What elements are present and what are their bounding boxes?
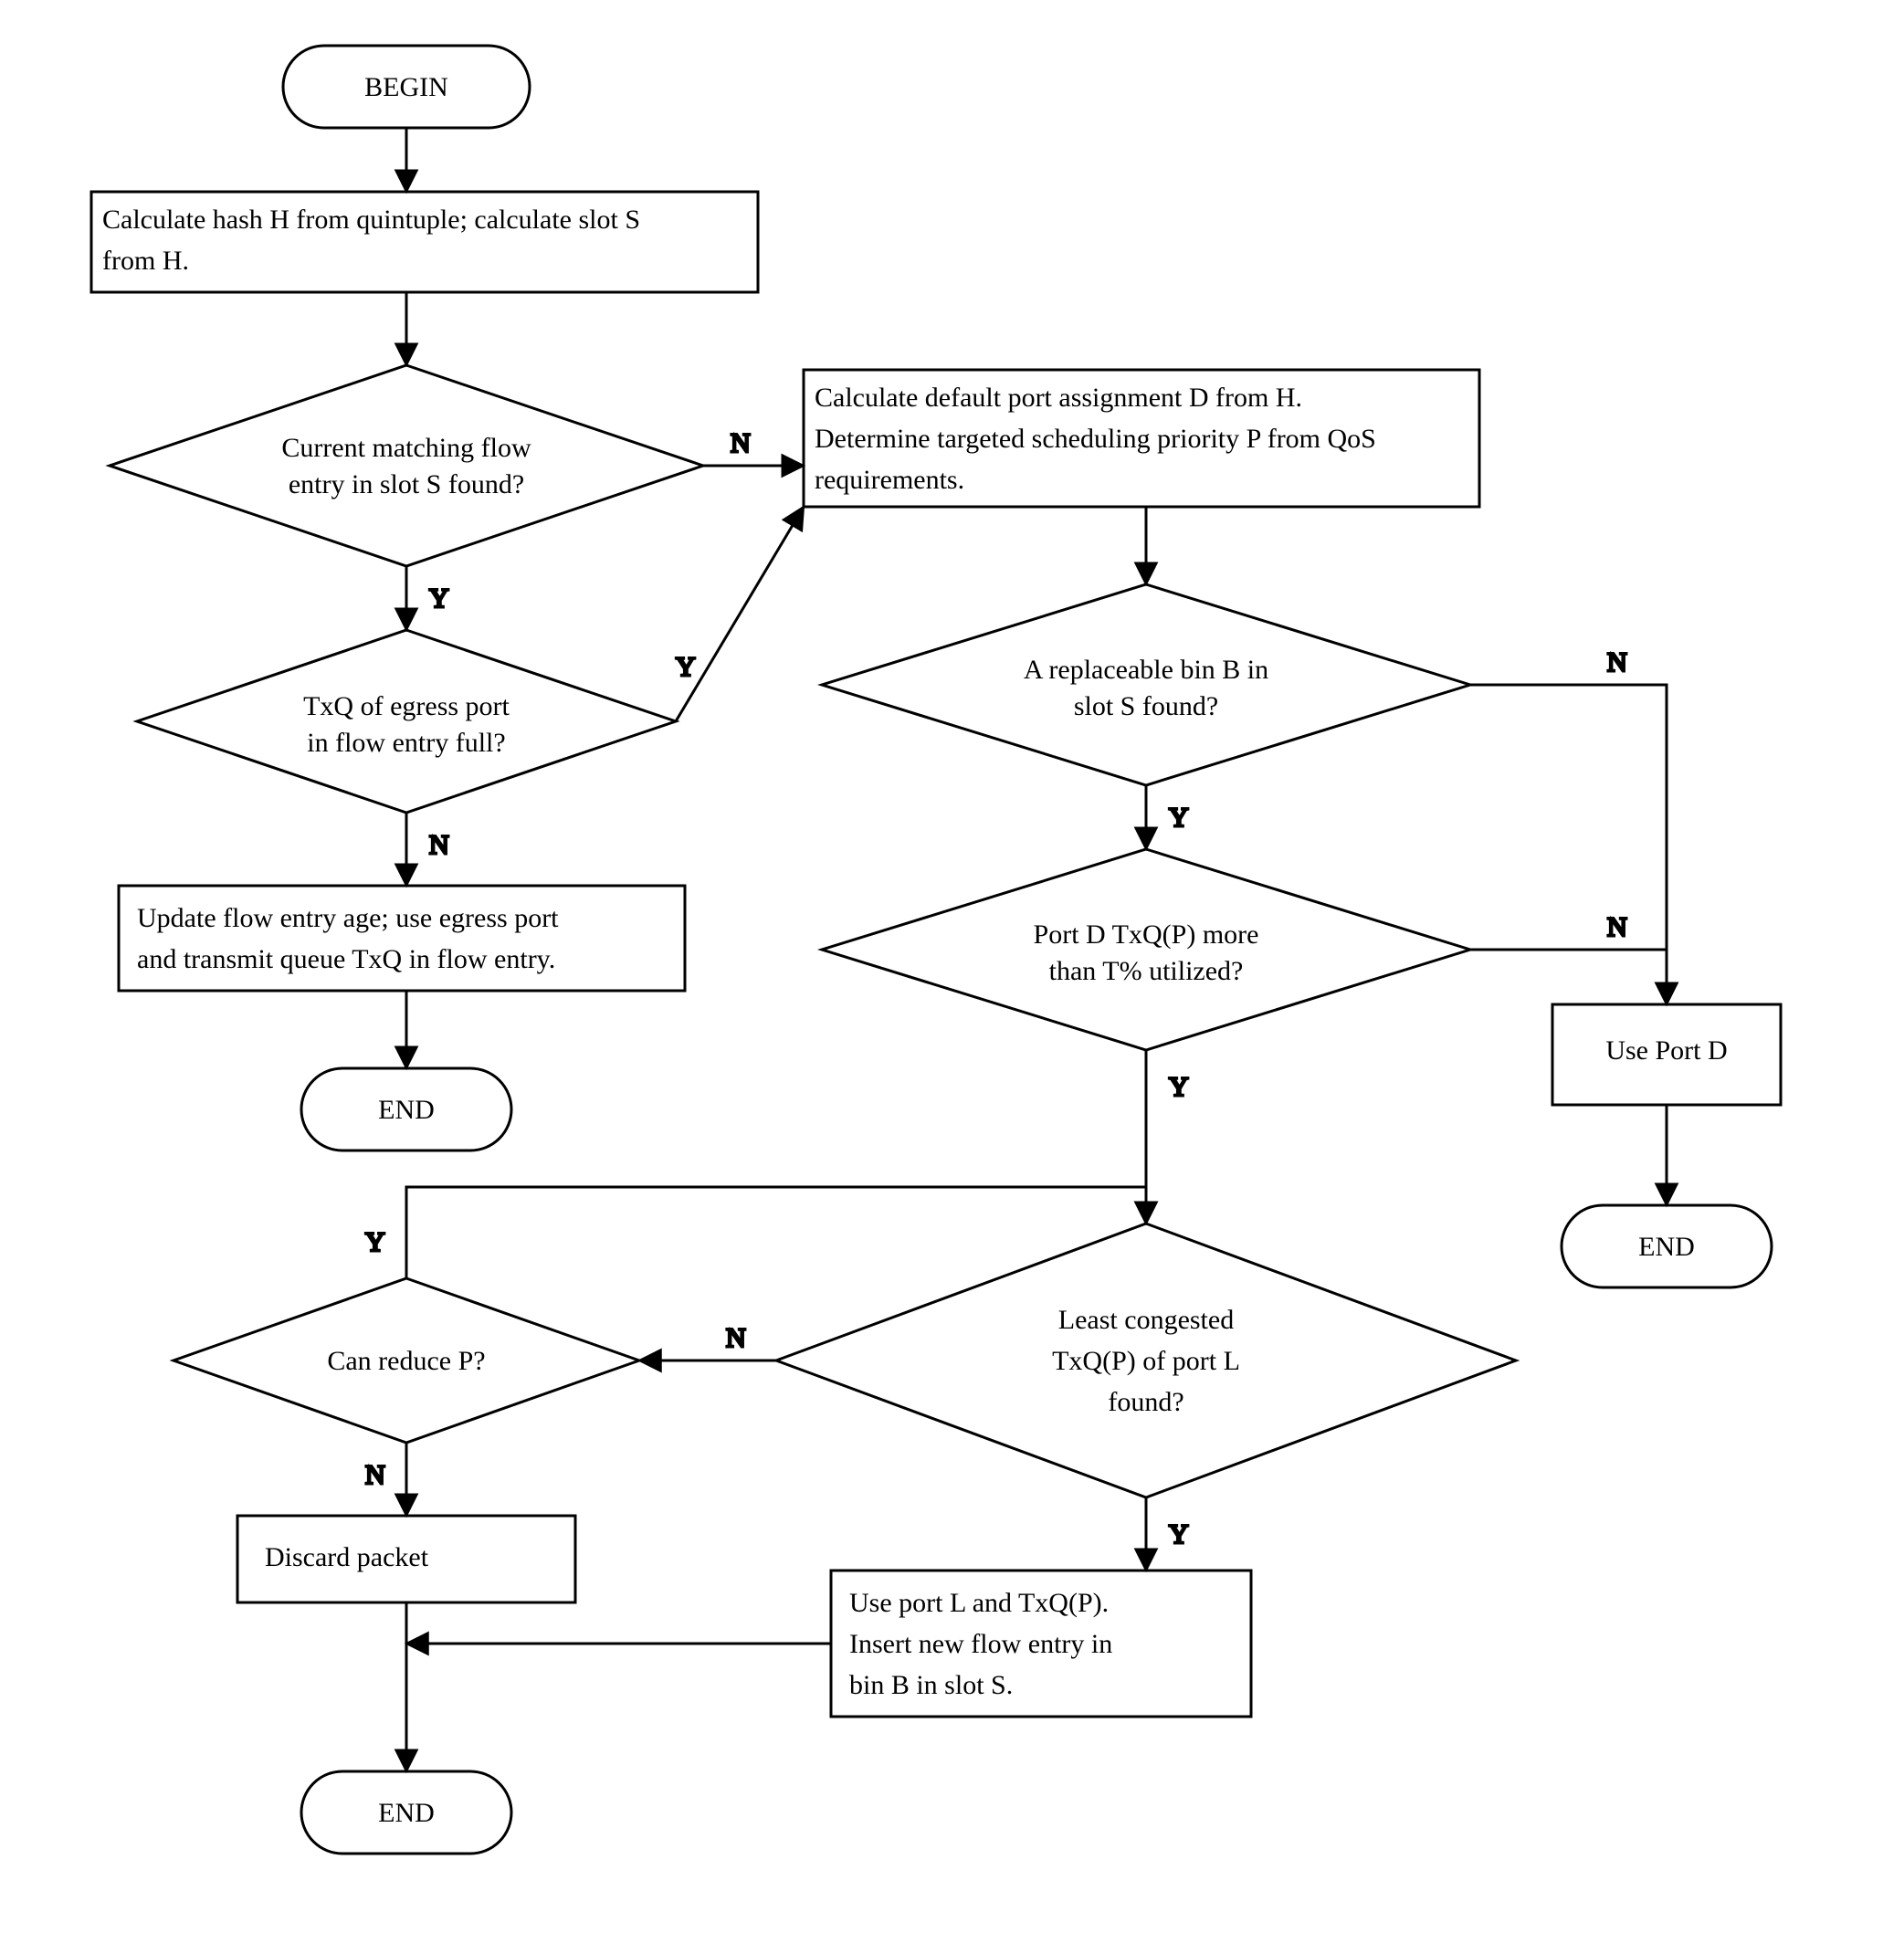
node-portd-util: Port D TxQ(P) more than T% utilized? <box>822 849 1470 1050</box>
label-reduce-n: N <box>365 1460 385 1490</box>
node-bin: A replaceable bin B in slot S found? <box>822 584 1470 785</box>
least-line1: Least congested <box>1058 1305 1234 1335</box>
edge-bin-useportd <box>1470 685 1667 1004</box>
label-reduce-y: Y <box>365 1227 385 1257</box>
discard-label: Discard packet <box>265 1542 429 1572</box>
label-portdutil-n: N <box>1607 912 1627 942</box>
end2-label: END <box>1638 1232 1695 1262</box>
node-least: Least congested TxQ(P) of port L found? <box>776 1224 1516 1497</box>
label-match-n: N <box>731 428 751 458</box>
hash-line1: Calculate hash H from quintuple; calcula… <box>102 205 640 235</box>
edge-portdutil-useportd <box>1470 950 1667 1004</box>
edge-txqfull-calcdefault <box>676 507 804 721</box>
label-bin-y: Y <box>1169 803 1189 833</box>
update-line1: Update flow entry age; use egress port <box>137 903 559 933</box>
label-txqfull-y: Y <box>676 652 696 682</box>
node-end1: END <box>301 1068 511 1150</box>
label-portdutil-y: Y <box>1169 1072 1189 1102</box>
begin-label: BEGIN <box>364 72 448 102</box>
node-hash: Calculate hash H from quintuple; calcula… <box>91 192 758 292</box>
calc-default-line1: Calculate default port assignment D from… <box>815 383 1302 413</box>
flowchart: BEGIN Calculate hash H from quintuple; c… <box>0 0 1904 1954</box>
node-discard: Discard packet <box>237 1516 575 1602</box>
match-line2: entry in slot S found? <box>289 469 524 499</box>
label-bin-n: N <box>1607 647 1627 678</box>
node-begin: BEGIN <box>283 46 530 128</box>
label-least-n: N <box>726 1323 746 1353</box>
end3-label: END <box>378 1798 435 1828</box>
node-use-portd: Use Port D <box>1552 1004 1781 1105</box>
least-line2: TxQ(P) of port L <box>1052 1346 1240 1376</box>
match-line1: Current matching flow <box>281 433 531 463</box>
label-least-y: Y <box>1169 1519 1189 1550</box>
bin-line2: slot S found? <box>1074 691 1218 721</box>
node-calc-default: Calculate default port assignment D from… <box>804 370 1479 507</box>
node-update: Update flow entry age; use egress port a… <box>119 886 685 991</box>
node-use-portl: Use port L and TxQ(P). Insert new flow e… <box>831 1571 1251 1717</box>
calc-default-line3: requirements. <box>815 465 964 495</box>
use-portl-line2: Insert new flow entry in <box>849 1629 1112 1659</box>
update-line2: and transmit queue TxQ in flow entry. <box>137 944 555 974</box>
portd-util-line2: than T% utilized? <box>1049 956 1244 986</box>
calc-default-line2: Determine targeted scheduling priority P… <box>815 424 1376 454</box>
hash-line2: from H. <box>102 246 189 276</box>
txq-full-line2: in flow entry full? <box>307 728 505 758</box>
bin-line1: A replaceable bin B in <box>1024 655 1268 685</box>
node-end3: END <box>301 1771 511 1854</box>
use-portl-line1: Use port L and TxQ(P). <box>849 1588 1109 1618</box>
node-end2: END <box>1562 1205 1772 1287</box>
label-match-y: Y <box>429 583 449 614</box>
node-txq-full: TxQ of egress port in flow entry full? <box>137 630 676 813</box>
reduce-label: Can reduce P? <box>327 1346 485 1376</box>
end1-label: END <box>378 1095 435 1125</box>
least-line3: found? <box>1108 1387 1183 1417</box>
txq-full-line1: TxQ of egress port <box>303 691 510 721</box>
portd-util-line1: Port D TxQ(P) more <box>1034 919 1259 950</box>
use-portd-label: Use Port D <box>1605 1035 1727 1066</box>
edges: Y N N Y Y N N Y N Y <box>365 128 1667 1771</box>
node-reduce: Can reduce P? <box>174 1278 639 1443</box>
use-portl-line3: bin B in slot S. <box>849 1670 1013 1700</box>
label-txqfull-n: N <box>429 830 449 860</box>
node-match: Current matching flow entry in slot S fo… <box>110 365 703 566</box>
